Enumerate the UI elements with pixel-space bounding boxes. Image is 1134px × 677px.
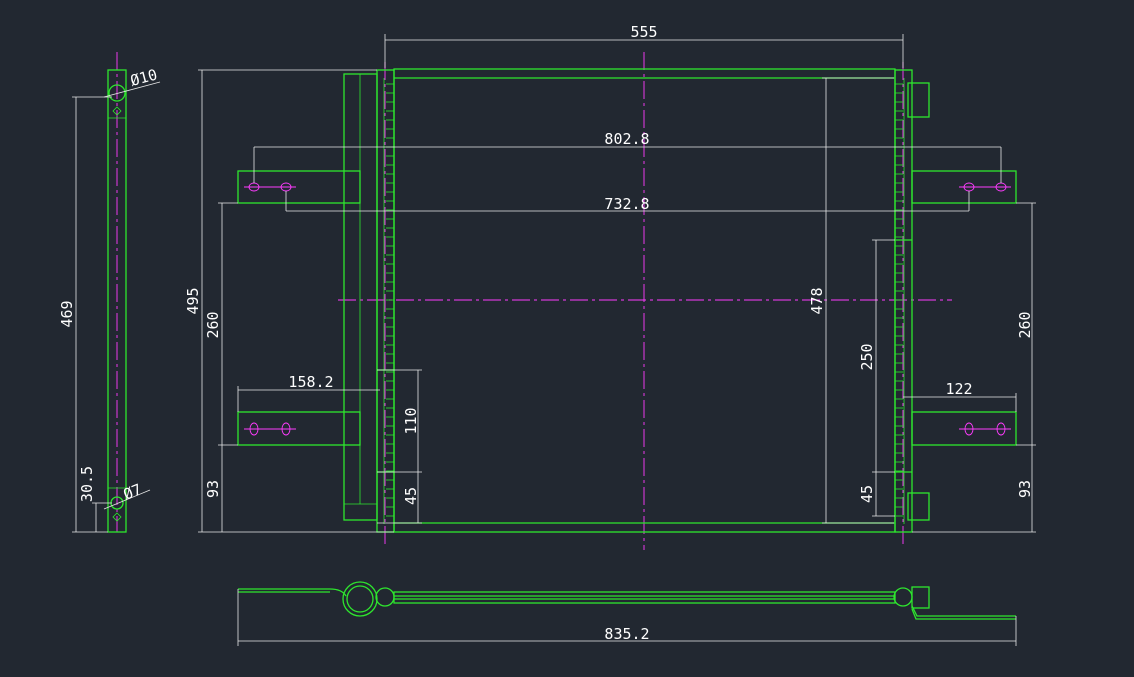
left-inlet-pipe (343, 73, 378, 521)
dim-bracket-upper-left: 260 (204, 311, 222, 338)
cad-drawing: Ø10 Ø7 469 30.5 555 802.8 732.8 495 260 … (58, 23, 1036, 646)
dim-hole-lower: Ø7 (121, 480, 144, 503)
front-view: 555 802.8 732.8 495 260 93 158.2 110 45 … (184, 23, 1036, 550)
bracket-lower-left (237, 411, 361, 446)
dim-side-height: 469 (58, 300, 76, 327)
core-section (393, 591, 896, 604)
left-header-tank (376, 69, 395, 533)
dim-bracket-lower-left: 93 (204, 480, 222, 498)
bracket-lower-right (911, 411, 1017, 446)
left-tank-section (342, 581, 378, 617)
dim-right-bracket-offset: 122 (945, 380, 972, 398)
dim-height-total: 495 (184, 287, 202, 314)
dim-tank-45-right: 45 (858, 485, 876, 503)
dim-hole-upper: Ø10 (128, 65, 159, 89)
dim-bracket-lower-right: 93 (1016, 480, 1034, 498)
dim-core-height: 478 (808, 287, 826, 314)
left-bracket-profile (238, 588, 347, 597)
dim-left-bracket-offset: 158.2 (288, 373, 333, 391)
dim-tank-45-left: 45 (402, 487, 420, 505)
left-pipe-section (375, 587, 395, 607)
dim-side-bottom-offset: 30.5 (78, 466, 96, 502)
side-view: Ø10 Ø7 469 30.5 (58, 52, 161, 533)
dim-total-length: 835.2 (604, 625, 649, 643)
dim-bracket-span-inner: 732.8 (604, 195, 649, 213)
dim-bracket-upper-right: 260 (1016, 311, 1034, 338)
right-fitting-section (911, 586, 930, 609)
bottom-view: 835.2 (237, 581, 1017, 646)
right-tank-section (893, 587, 913, 607)
right-fitting-lower (907, 492, 930, 521)
dim-tank-110: 110 (402, 407, 420, 434)
right-header-tank (894, 69, 913, 533)
dim-bracket-span-outer: 802.8 (604, 130, 649, 148)
dim-tank-250: 250 (858, 343, 876, 370)
dim-top-width: 555 (630, 23, 657, 41)
right-fitting-upper (907, 82, 930, 118)
